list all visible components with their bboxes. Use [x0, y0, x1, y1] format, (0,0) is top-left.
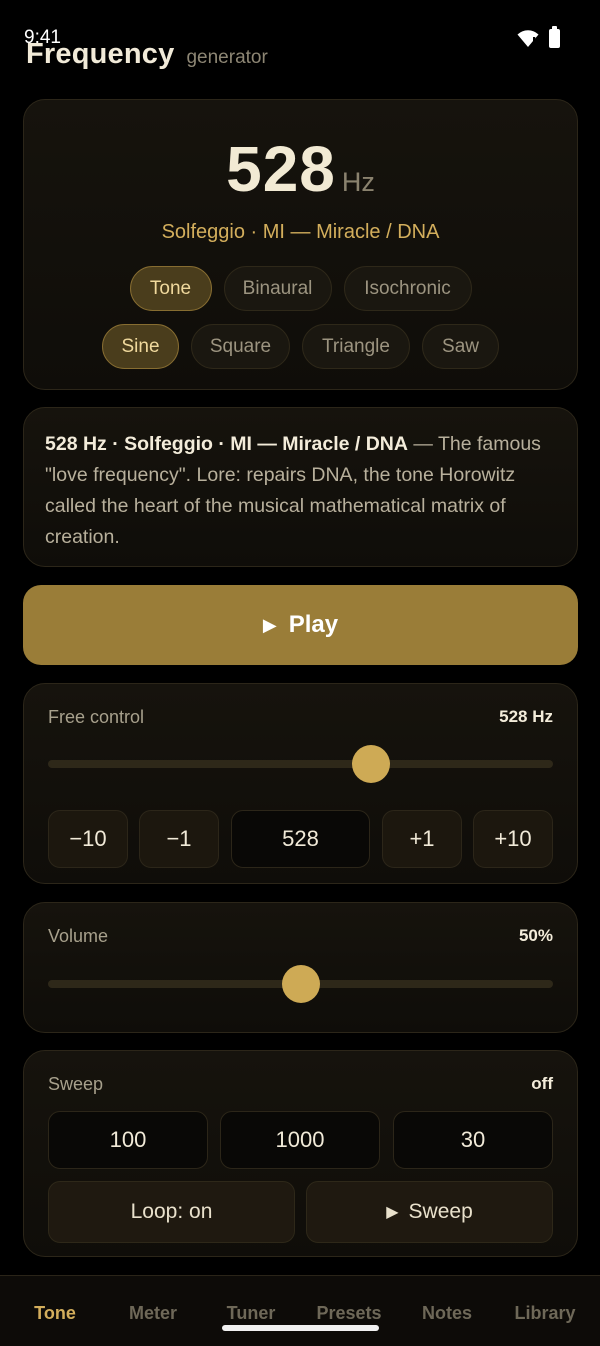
- sweep-card: Sweep off 100 1000 30 Loop: on ▶ Sweep: [23, 1050, 578, 1257]
- sweep-status: off: [531, 1074, 553, 1093]
- volume-slider-thumb[interactable]: [281, 965, 320, 1003]
- mode-isochronic-button[interactable]: Isochronic: [343, 266, 472, 311]
- description-text: 528 Hz · Solfeggio · MI — Miracle / DNA …: [45, 429, 556, 553]
- play-button[interactable]: ▶ Play: [23, 585, 578, 665]
- free-control-label: Free control: [48, 707, 145, 727]
- mode-tone-button[interactable]: Tone: [129, 266, 212, 311]
- nav-meter[interactable]: Meter: [129, 1303, 177, 1324]
- volume-card: Volume 50%: [23, 902, 578, 1033]
- sweep-label: Sweep: [48, 1074, 104, 1094]
- frequency-input[interactable]: 528: [231, 810, 370, 868]
- waveform-selector: Sine Square Triangle Saw: [24, 324, 577, 369]
- frequency-stepper: −10 −1 528 +1 +10: [48, 810, 553, 868]
- play-icon: ▶: [386, 1204, 399, 1221]
- battery-icon: [549, 25, 560, 48]
- plus-1-button[interactable]: +1: [382, 810, 462, 868]
- status-icons: [517, 25, 560, 48]
- mode-selector: Tone Binaural Isochronic: [24, 266, 577, 311]
- home-indicator: [222, 1325, 379, 1331]
- frequency-name: Solfeggio · MI — Miracle / DNA: [161, 221, 440, 243]
- frequency-slider-thumb[interactable]: [352, 745, 391, 783]
- mode-binaural-button[interactable]: Binaural: [223, 266, 332, 311]
- nav-tuner[interactable]: Tuner: [227, 1303, 276, 1324]
- free-control-value: 528 Hz: [499, 707, 553, 726]
- frequency-card: 528 Hz Solfeggio · MI — Miracle / DNA Ton…: [23, 99, 578, 390]
- app-header: Frequency generator: [26, 38, 268, 71]
- play-icon: ▶: [262, 614, 277, 635]
- play-button-label: Play: [288, 611, 339, 638]
- minus-10-button[interactable]: −10: [48, 810, 128, 868]
- wave-sine-button[interactable]: Sine: [102, 324, 179, 369]
- nav-presets[interactable]: Presets: [316, 1303, 381, 1324]
- frequency-readout: 528 Hz: [24, 132, 577, 206]
- volume-slider[interactable]: [48, 965, 553, 1003]
- description-card: 528 Hz · Solfeggio · MI — Miracle / DNA …: [23, 407, 578, 567]
- bottom-nav: Tone Meter Tuner Presets Notes Library: [0, 1275, 600, 1346]
- nav-tone[interactable]: Tone: [34, 1303, 76, 1324]
- sweep-button[interactable]: ▶ Sweep: [306, 1181, 553, 1243]
- sweep-button-label: Sweep: [408, 1200, 473, 1223]
- sweep-start-input[interactable]: 100: [48, 1111, 208, 1169]
- volume-label: Volume: [48, 926, 109, 946]
- minus-1-button[interactable]: −1: [139, 810, 219, 868]
- wave-triangle-button[interactable]: Triangle: [302, 324, 410, 369]
- wave-square-button[interactable]: Square: [191, 324, 290, 369]
- free-control-card: Free control 528 Hz −10 −1 528 +1 +10: [23, 683, 578, 884]
- wifi-icon: [517, 30, 539, 47]
- frequency-unit: Hz: [341, 167, 375, 197]
- loop-toggle-button[interactable]: Loop: on: [48, 1181, 295, 1243]
- sweep-end-input[interactable]: 1000: [220, 1111, 380, 1169]
- sweep-inputs: 100 1000 30: [48, 1111, 553, 1169]
- nav-library[interactable]: Library: [514, 1303, 575, 1324]
- frequency-slider[interactable]: [48, 745, 553, 783]
- app-subtitle: generator: [186, 47, 268, 68]
- description-title: 528 Hz · Solfeggio · MI — Miracle / DNA: [45, 433, 408, 455]
- wave-saw-button[interactable]: Saw: [422, 324, 499, 369]
- nav-notes[interactable]: Notes: [422, 1303, 472, 1324]
- volume-value: 50%: [518, 926, 553, 945]
- frequency-value: 528: [226, 133, 336, 205]
- sweep-actions: Loop: on ▶ Sweep: [48, 1181, 553, 1243]
- app-title: Frequency: [26, 38, 175, 70]
- sweep-duration-input[interactable]: 30: [393, 1111, 553, 1169]
- plus-10-button[interactable]: +10: [473, 810, 553, 868]
